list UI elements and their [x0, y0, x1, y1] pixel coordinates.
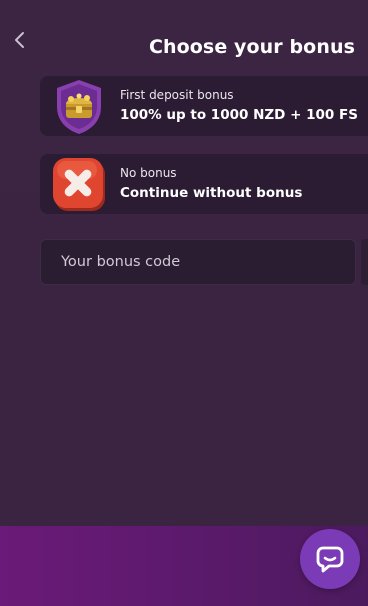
bonus-option-first-deposit[interactable]: First deposit bonus 100% up to 1000 NZD … — [40, 76, 368, 136]
bonus-code-input[interactable] — [40, 239, 356, 285]
side-panel-edge — [361, 239, 368, 285]
back-button[interactable] — [8, 26, 32, 54]
bonus-screen: Choose your bonus First deposit bonus 10… — [0, 0, 368, 606]
bonus-label: No bonus — [120, 166, 177, 180]
bonus-text: No bonus Continue without bonus — [120, 166, 302, 201]
bonus-text: First deposit bonus 100% up to 1000 NZD … — [120, 88, 358, 123]
bonus-option-no-bonus[interactable]: No bonus Continue without bonus — [40, 154, 368, 214]
chat-button[interactable] — [300, 529, 360, 589]
bonus-value: 100% up to 1000 NZD + 100 FS — [120, 107, 358, 123]
bonus-label: First deposit bonus — [120, 88, 234, 102]
red-x-icon — [46, 154, 112, 216]
chevron-left-icon — [15, 32, 24, 48]
page-title: Choose your bonus — [148, 36, 355, 58]
bonus-value: Continue without bonus — [120, 185, 303, 201]
chat-bubble-icon — [316, 546, 344, 573]
treasure-shield-icon — [46, 76, 112, 138]
